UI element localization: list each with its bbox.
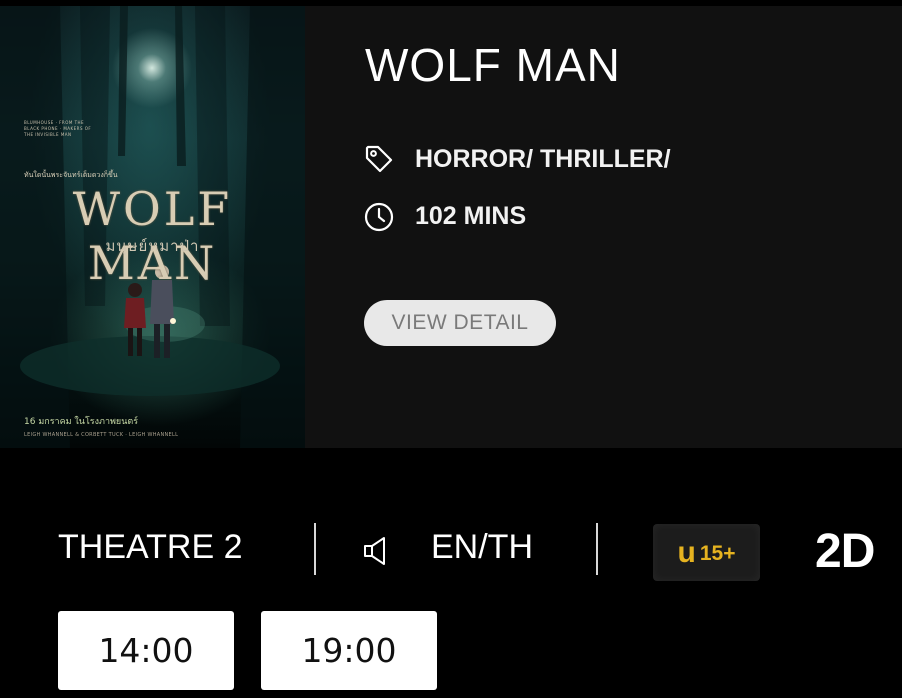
rating-letter: u — [677, 535, 696, 569]
movie-info-panel: WOLF MAN HORROR/ THRILLER/ 102 MINS VIEW… — [305, 6, 902, 448]
showtime-button[interactable]: 14:00 — [58, 611, 234, 690]
view-detail-button[interactable]: VIEW DETAIL — [364, 300, 556, 346]
poster-billing-block: LEIGH WHANNELL & CORBETT TUCK · LEIGH WH… — [24, 432, 179, 438]
movie-showtime-card: BLUMHOUSE · FROM THE BLACK PHONE · MAKER… — [0, 0, 902, 698]
clock-icon — [363, 199, 397, 233]
genre-text: HORROR/ THRILLER/ — [415, 144, 671, 173]
poster-release-date: 16 มกราคม ในโรงภาพยนตร์ — [24, 417, 139, 427]
tag-icon — [363, 142, 397, 176]
theatre-label: THEATRE 2 — [58, 528, 243, 566]
divider — [314, 523, 316, 575]
movie-poster[interactable]: BLUMHOUSE · FROM THE BLACK PHONE · MAKER… — [0, 6, 305, 448]
showing-info-row: THEATRE 2 EN/TH u 15+ 2D — [0, 518, 902, 581]
screen-format: 2D — [815, 525, 875, 578]
movie-title: WOLF MAN — [365, 39, 621, 91]
duration-row: 102 MINS — [363, 199, 526, 233]
poster-tagline: ทันใดนั้นพระจันทร์เต็มดวงก็ขึ้น — [24, 171, 118, 179]
audio-language: EN/TH — [431, 528, 533, 566]
divider — [596, 523, 598, 575]
duration-text: 102 MINS — [415, 201, 527, 230]
age-rating-badge: u 15+ — [653, 524, 760, 581]
speaker-icon — [362, 535, 392, 571]
rating-age: 15+ — [699, 542, 736, 565]
poster-credits: BLUMHOUSE · FROM THE BLACK PHONE · MAKER… — [24, 120, 92, 137]
poster-subtitle: มนุษย์หมาป่า — [105, 237, 200, 255]
genre-row: HORROR/ THRILLER/ — [363, 142, 671, 176]
showtime-button[interactable]: 19:00 — [261, 611, 437, 690]
